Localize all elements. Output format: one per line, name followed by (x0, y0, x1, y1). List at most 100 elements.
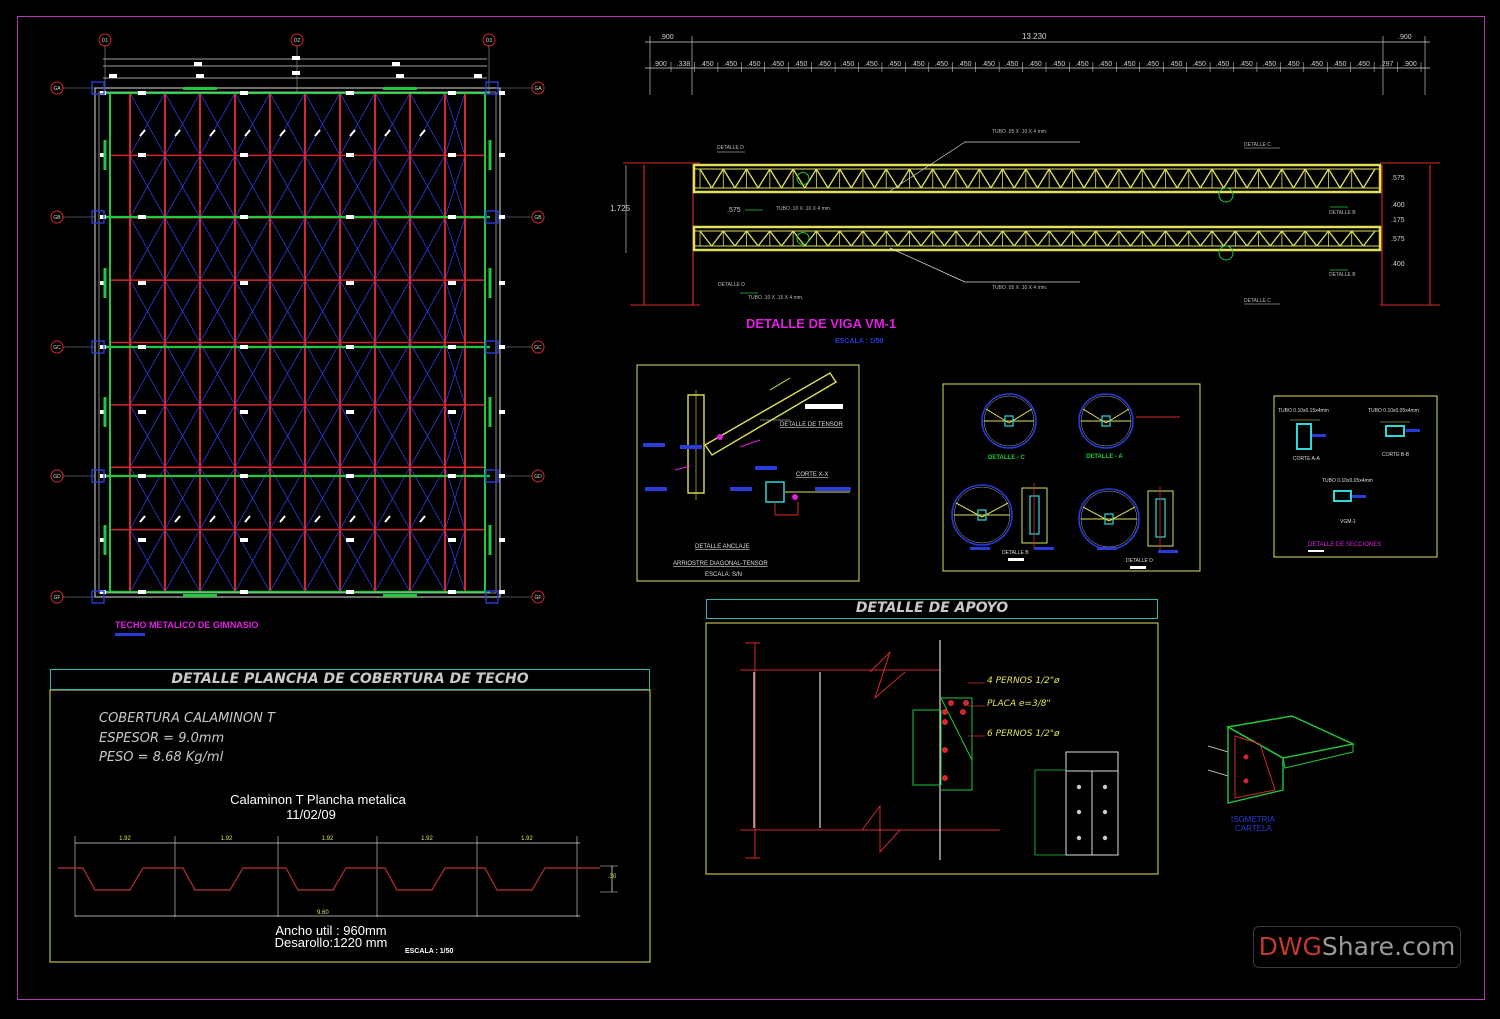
tag (240, 215, 248, 219)
truss-web (1002, 168, 1015, 189)
truss-web (839, 230, 852, 247)
truss-web (1316, 168, 1330, 189)
bolt (1076, 835, 1082, 841)
grid-label: D2 (294, 38, 301, 44)
dim-seg-label: .450 (1286, 61, 1300, 68)
plancha-scale: ESCALA : 1/50 (405, 948, 453, 955)
truss-web (1130, 230, 1143, 247)
tag (196, 74, 204, 78)
truss-web (1351, 168, 1364, 189)
truss-web (955, 168, 969, 189)
tag (292, 71, 300, 75)
apoyo-drawing (740, 640, 1119, 860)
bolt (948, 700, 954, 706)
plancha-title: DETALLE PLANCHA DE COBERTURA DE TECHO (171, 671, 529, 687)
dim-seg-label: .900 (1403, 61, 1417, 68)
dim-seg-label: .450 (1216, 61, 1230, 68)
mark (209, 129, 216, 137)
dim-seg-label: .450 (1169, 61, 1183, 68)
seg-label: 1.92 (221, 836, 233, 842)
apoyo-title: DETALLE DE APOYO (855, 600, 1009, 616)
mark (419, 129, 426, 137)
seg-label: 1.92 (421, 836, 433, 842)
truss-web (1199, 168, 1213, 189)
label-corte-bb: CORTE B-B (1382, 452, 1410, 458)
beam-label (383, 594, 417, 597)
label-detalle-c: DETALLE - C (988, 455, 1026, 461)
isometria-cartela (1207, 715, 1356, 804)
dim-end-left: .900 (660, 34, 674, 41)
plancha-caption: Calaminon T Plancha metalica (230, 792, 407, 807)
truss-web (1025, 168, 1039, 189)
truss-web (1281, 168, 1295, 189)
tag (448, 590, 456, 594)
mark (314, 129, 321, 137)
mark (174, 129, 181, 137)
truss-web (815, 230, 829, 247)
beam-label (488, 140, 492, 170)
tag (138, 538, 146, 542)
tag (138, 281, 146, 285)
diagonal (704, 372, 837, 456)
truss-web (757, 168, 771, 189)
tag-white (1308, 550, 1324, 552)
label-cartela: CARTELA (1235, 824, 1272, 833)
mark (384, 515, 391, 523)
tag (499, 590, 505, 594)
mark (279, 129, 286, 137)
truss-web (1269, 230, 1283, 247)
truss-web (955, 230, 969, 247)
break-line (869, 651, 906, 700)
truss-web (897, 230, 910, 247)
truss-web (1223, 168, 1236, 189)
tag (448, 215, 456, 219)
truss-web (932, 168, 945, 189)
profile (58, 867, 600, 891)
seg-label: 1.92 (521, 836, 533, 842)
mark (314, 515, 321, 523)
grid-label: GA (534, 86, 542, 92)
dim-seg-label: .450 (1333, 61, 1347, 68)
label-pernos-bot: 6 PERNOS 1/2"ø (987, 729, 1060, 739)
tag-blue (680, 445, 702, 449)
watermark-prefix: DWG (1258, 932, 1322, 961)
truss-web (699, 230, 713, 247)
tag-blue (730, 487, 752, 491)
grid-label: D3 (486, 38, 493, 44)
truss-web (1304, 230, 1318, 247)
beam-label (488, 268, 492, 298)
truss-web (862, 230, 876, 247)
seg-label: 1.92 (119, 836, 131, 842)
beam-label (488, 525, 492, 555)
tag (448, 345, 456, 349)
tag (240, 345, 248, 349)
truss-web (932, 230, 945, 247)
truss-web (1269, 168, 1283, 189)
tag (138, 590, 146, 594)
tag (396, 74, 404, 78)
tag-blue (1158, 550, 1178, 553)
cad-drawing: D1 D2 D3 GA GA GB GB GC GC GD GD GF GF TECHO METALIC… (49, 32, 1440, 963)
tag (346, 281, 354, 285)
tag (240, 91, 248, 95)
truss-web (1292, 168, 1306, 189)
truss-web (734, 168, 748, 189)
dim-seg-label: .450 (747, 61, 761, 68)
truss-web (1246, 168, 1260, 189)
label-tubo-bottom-right: TUBO .05 X .10 X 4 mm. (992, 285, 1047, 291)
tag (346, 153, 354, 157)
label-detalle-tensor: DETALLE DE TENSOR (780, 422, 843, 428)
truss-web (1246, 230, 1260, 247)
tag (292, 56, 300, 60)
height-total: 1.725 (610, 204, 631, 213)
truss-web (722, 230, 736, 247)
label-corte-aa: CORTE A-A (1293, 456, 1321, 462)
truss-web (1013, 168, 1027, 189)
dim-left-small: .575 (727, 207, 741, 214)
truss-web (1060, 230, 1073, 247)
truss-web (1153, 230, 1167, 247)
plancha-line1: COBERTURA CALAMINON T (99, 711, 276, 726)
dim-segments: .900 .338 .450 .450 .450 .450 .450 .450 .450 .450… (653, 61, 1422, 72)
dim-seg-label: .450 (700, 61, 714, 68)
grid-label: GB (53, 215, 61, 221)
